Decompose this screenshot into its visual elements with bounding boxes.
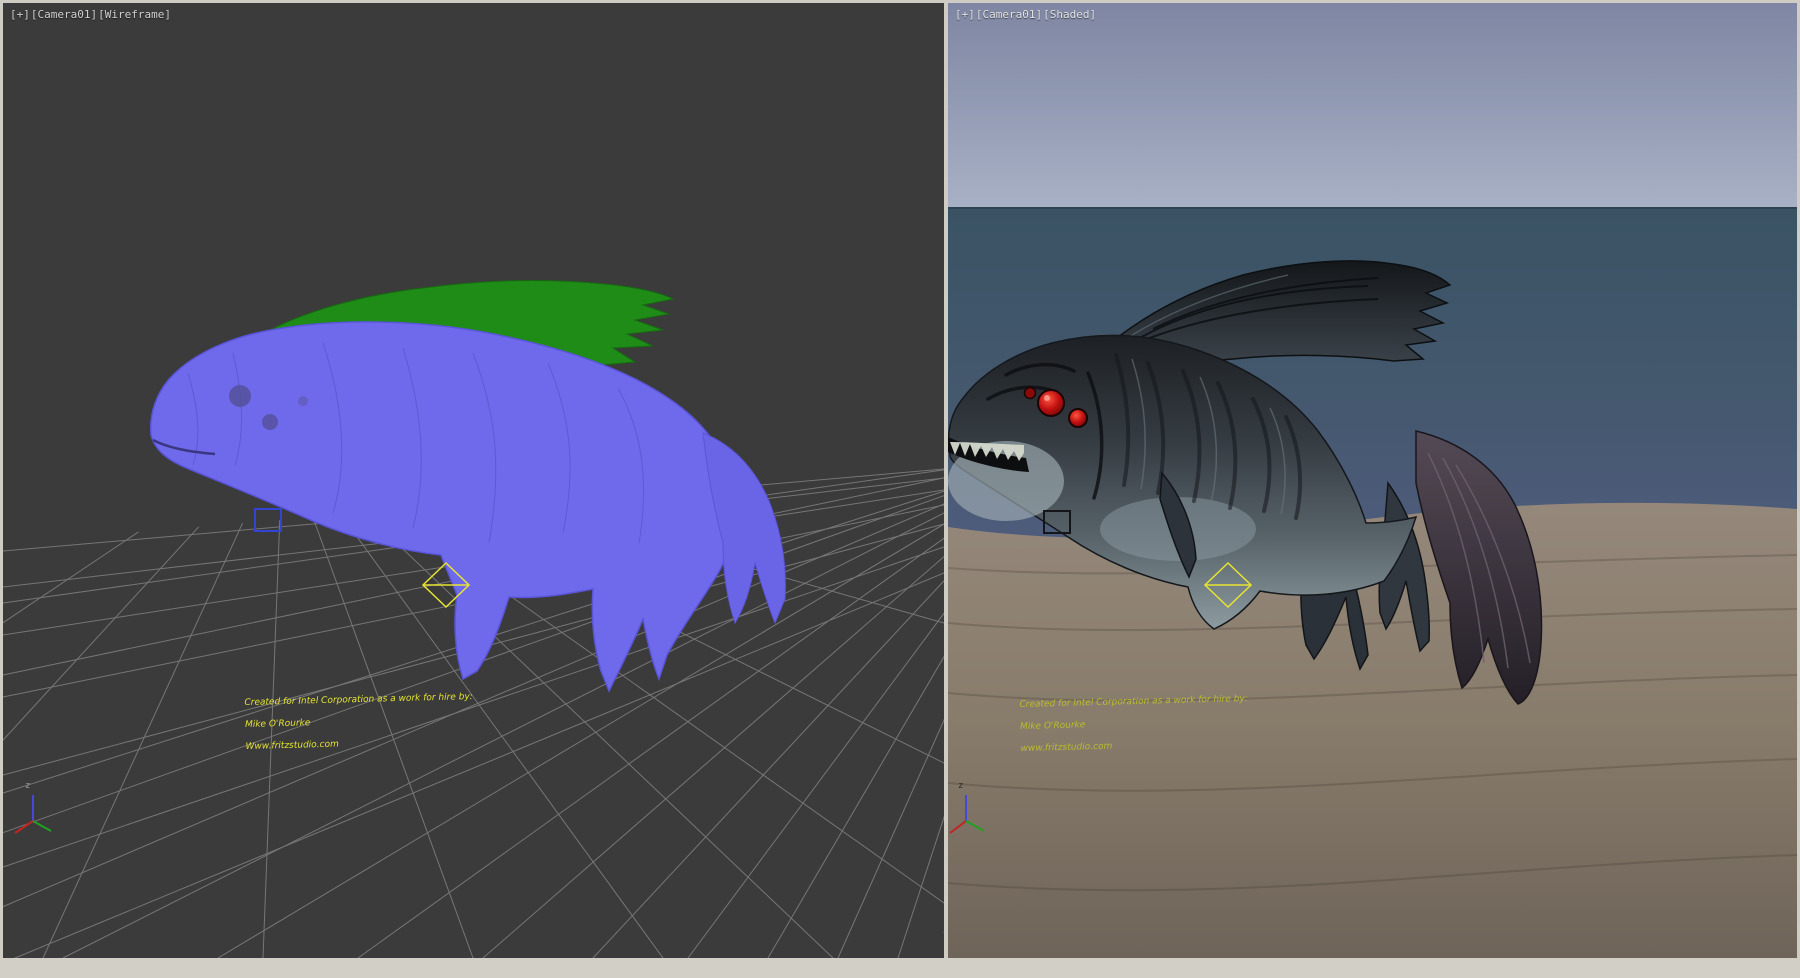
window-chrome: [+] [Camera01] [Wireframe] [0, 0, 1800, 978]
fish-eye-spot-faint [298, 396, 308, 406]
axis-z-label: z [958, 781, 963, 791]
window-bottom-edge [0, 958, 1800, 978]
viewport-camera-button[interactable]: [Camera01] [976, 8, 1042, 21]
viewport-shading-button[interactable]: [Wireframe] [98, 8, 171, 21]
world-axis-tripod [15, 795, 51, 833]
fish-eye-secondary [1069, 409, 1087, 427]
fish-eye-spot-small [262, 414, 278, 430]
fish-eye-main [1038, 390, 1064, 416]
viewport-wireframe[interactable]: [+] [Camera01] [Wireframe] [3, 3, 944, 958]
wireframe-scene [3, 3, 944, 958]
scene-credit-text: Created for Intel Corporation as a work … [244, 692, 474, 753]
fish-body-wire[interactable] [151, 322, 786, 691]
viewport-label-left: [+] [Camera01] [Wireframe] [10, 8, 171, 21]
shaded-scene [948, 3, 1797, 958]
fish-eye-small [1025, 388, 1036, 399]
axis-z-label: z [25, 781, 30, 791]
viewport-label-right: [+] [Camera01] [Shaded] [955, 8, 1096, 21]
fish-eye-main-highlight [1044, 395, 1050, 401]
fish-eye-spot-large [229, 385, 251, 407]
viewport-menu-button[interactable]: [+] [955, 8, 975, 21]
horizon-line [948, 207, 1797, 209]
sky [948, 3, 1797, 209]
viewport-shading-button[interactable]: [Shaded] [1043, 8, 1096, 21]
viewport-shaded[interactable]: [+] [Camera01] [Shaded] [948, 3, 1797, 958]
viewport-menu-button[interactable]: [+] [10, 8, 30, 21]
viewport-camera-button[interactable]: [Camera01] [31, 8, 97, 21]
scene-credit-text: Created for Intel Corporation as a work … [1019, 694, 1249, 755]
